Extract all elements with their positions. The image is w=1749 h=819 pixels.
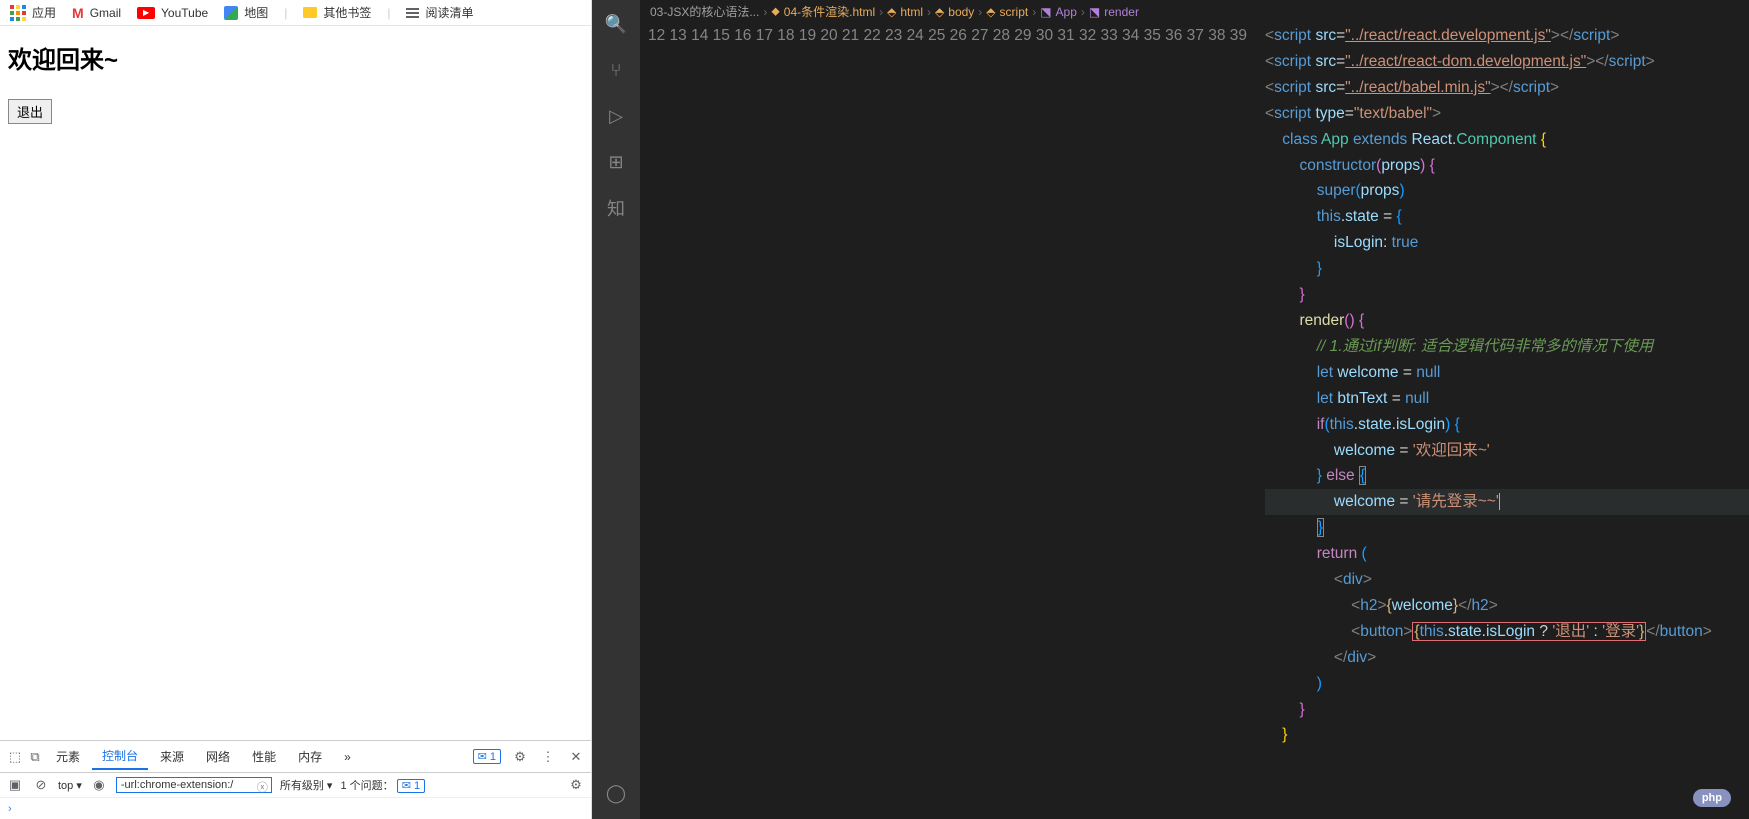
page-content: 欢迎回来~ 退出 — [0, 26, 591, 740]
tab-network[interactable]: 网络 — [196, 744, 240, 769]
browser-panel: 应用 M Gmail ▶ YouTube 地图 | 其他书签 | 阅读清单 欢迎… — [0, 0, 592, 819]
console-body[interactable]: › — [0, 798, 591, 819]
tab-memory[interactable]: 内存 — [288, 744, 332, 769]
gmail-icon: M — [72, 5, 84, 21]
code-content[interactable]: <script src="../react/react.development.… — [1265, 23, 1749, 819]
issue-badge[interactable]: ✉ 1 — [397, 779, 425, 793]
activity-bar: 🔍 ⑂ ▷ ⊞ 知 ◯ — [592, 0, 640, 819]
tab-elements[interactable]: 元素 — [46, 744, 90, 769]
console-settings-icon[interactable]: ⚙ — [567, 776, 585, 794]
bookmark-reading-list[interactable]: 阅读清单 — [406, 4, 473, 21]
tab-console[interactable]: 控制台 — [92, 743, 148, 770]
apps-button[interactable]: 应用 — [10, 4, 56, 21]
console-toolbar: ▣ ⊘ top ▾ ◉ -url:chrome-extension:/ⓧ 所有级… — [0, 773, 591, 798]
tab-performance[interactable]: 性能 — [242, 744, 286, 769]
vscode-panel: 🔍 ⑂ ▷ ⊞ 知 ◯ 03-JSX的核心语法...› ⬥ 04-条件渲染.ht… — [592, 0, 1749, 819]
bookmark-maps[interactable]: 地图 — [224, 4, 268, 21]
bookmark-gmail[interactable]: M Gmail — [72, 5, 121, 21]
search-icon[interactable]: 🔍 — [604, 12, 628, 36]
level-select[interactable]: 所有级别 ▾ — [280, 777, 333, 793]
eye-icon[interactable]: ◉ — [90, 776, 108, 794]
clear-filter-icon[interactable]: ⓧ — [257, 779, 268, 795]
bookmark-bar: 应用 M Gmail ▶ YouTube 地图 | 其他书签 | 阅读清单 — [0, 0, 591, 26]
breadcrumb-folder: 03-JSX的核心语法... — [650, 3, 759, 20]
debug-icon[interactable]: ▷ — [604, 104, 628, 128]
welcome-heading: 欢迎回来~ — [8, 40, 583, 75]
devtools-tabbar: ⬚ ⧉ 元素 控制台 来源 网络 性能 内存 » ✉ 1 ⚙ ⋮ ✕ — [0, 741, 591, 773]
device-icon[interactable]: ⧉ — [26, 748, 44, 766]
other-label: 其他书签 — [323, 4, 371, 21]
account-icon[interactable]: ◯ — [604, 781, 628, 805]
extensions-icon[interactable]: ⊞ — [604, 150, 628, 174]
youtube-label: YouTube — [161, 6, 208, 20]
maps-label: 地图 — [244, 4, 268, 21]
devtools: ⬚ ⧉ 元素 控制台 来源 网络 性能 内存 » ✉ 1 ⚙ ⋮ ✕ ▣ ⊘ t… — [0, 740, 591, 819]
bookmark-youtube[interactable]: ▶ YouTube — [137, 6, 208, 20]
console-filter-input[interactable]: -url:chrome-extension:/ⓧ — [116, 777, 272, 793]
close-icon[interactable]: ✕ — [567, 748, 585, 766]
tab-sources[interactable]: 来源 — [150, 744, 194, 769]
console-prompt: › — [8, 803, 12, 815]
gmail-label: Gmail — [90, 6, 121, 20]
breadcrumb-file: 04-条件渲染.html — [784, 3, 875, 20]
more-icon[interactable]: ⋮ — [539, 748, 557, 766]
inspect-icon[interactable]: ⬚ — [6, 748, 24, 766]
bookmark-other[interactable]: 其他书签 — [303, 4, 371, 21]
context-select[interactable]: top ▾ — [58, 779, 82, 792]
apps-icon — [10, 5, 26, 21]
logout-button[interactable]: 退出 — [8, 99, 52, 124]
list-icon — [406, 8, 419, 18]
tab-more[interactable]: » — [334, 746, 361, 768]
code-editor[interactable]: 12 13 14 15 16 17 18 19 20 21 22 23 24 2… — [640, 23, 1749, 819]
reading-label: 阅读清单 — [425, 4, 473, 21]
breadcrumb[interactable]: 03-JSX的核心语法...› ⬥ 04-条件渲染.html› ⬘ html› … — [640, 0, 1749, 23]
zhihu-icon[interactable]: 知 — [604, 196, 628, 220]
apps-label: 应用 — [32, 4, 56, 21]
line-gutter: 12 13 14 15 16 17 18 19 20 21 22 23 24 2… — [640, 23, 1265, 819]
settings-icon[interactable]: ⚙ — [511, 748, 529, 766]
clear-console-icon[interactable]: ⊘ — [32, 776, 50, 794]
youtube-icon: ▶ — [137, 7, 155, 19]
console-sidebar-icon[interactable]: ▣ — [6, 776, 24, 794]
folder-icon — [303, 7, 317, 18]
message-badge[interactable]: ✉ 1 — [473, 749, 501, 764]
editor-area: 03-JSX的核心语法...› ⬥ 04-条件渲染.html› ⬘ html› … — [640, 0, 1749, 819]
map-icon — [224, 6, 238, 20]
source-control-icon[interactable]: ⑂ — [604, 58, 628, 82]
